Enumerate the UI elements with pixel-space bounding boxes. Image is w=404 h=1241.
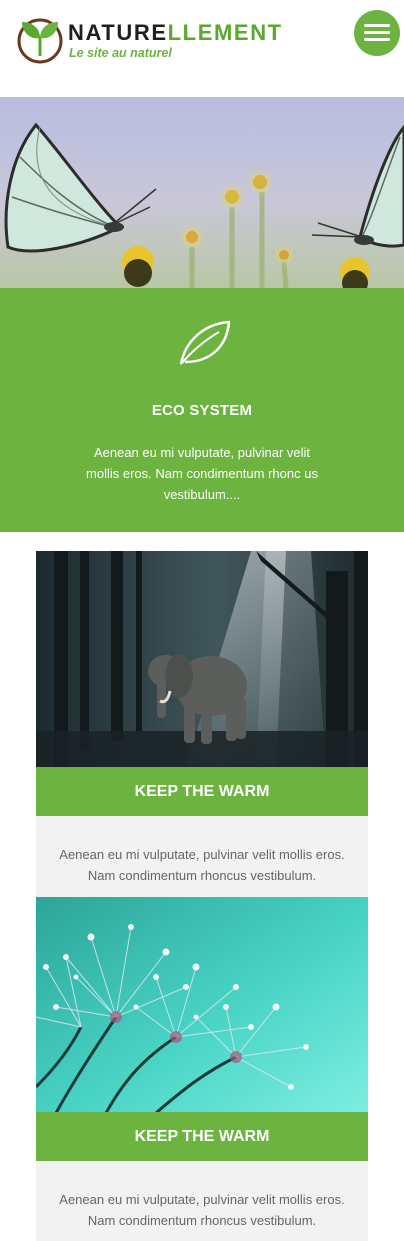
feature-eco-system: ECO SYSTEM Aenean eu mi vulputate, pulvi… (0, 288, 404, 532)
brand-tagline: Le site au naturel (69, 46, 172, 60)
leaf-icon (179, 320, 231, 365)
site-header: NATURELLEMENT Le site au naturel (0, 0, 404, 97)
card-description: Aenean eu mi vulputate, pulvinar velit m… (36, 816, 368, 897)
card-image-elephant[interactable] (36, 551, 368, 767)
hamburger-icon (364, 24, 390, 27)
card-image-dandelion[interactable] (36, 897, 368, 1113)
hamburger-menu-button[interactable] (354, 10, 400, 56)
logo-icon (17, 18, 63, 64)
hero-image (0, 97, 404, 288)
brand-name: NATURELLEMENT (68, 20, 283, 45)
card-description: Aenean eu mi vulputate, pulvinar velit m… (36, 1161, 368, 1241)
feature-title: ECO SYSTEM (151, 402, 253, 419)
card-title-bar[interactable]: KEEP THE WARM (36, 767, 368, 816)
site-logo[interactable]: NATURELLEMENT Le site au naturel (16, 16, 288, 64)
feature-description: Aenean eu mi vulputate, pulvinar velit m… (86, 445, 318, 502)
card-title-bar[interactable]: KEEP THE WARM (36, 1112, 368, 1161)
